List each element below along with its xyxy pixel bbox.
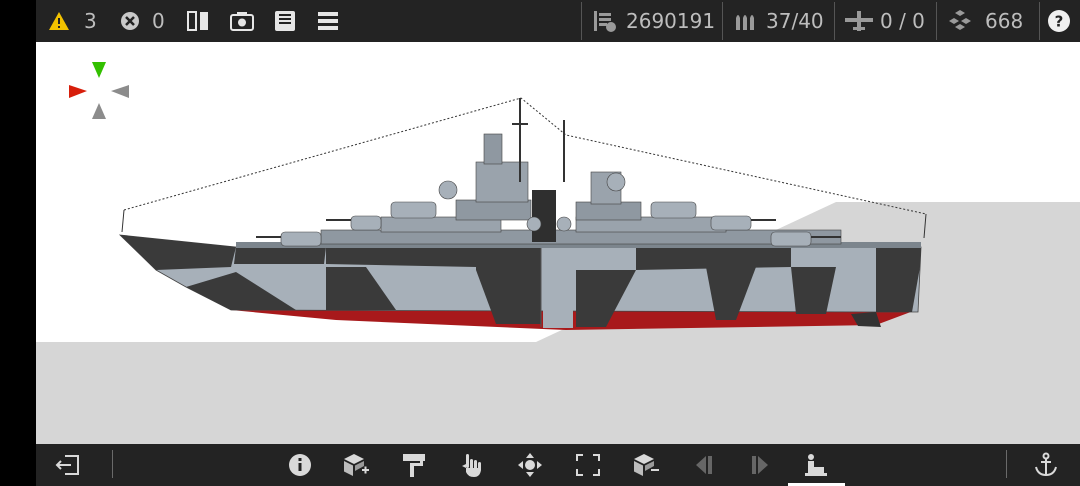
add-block-icon [344, 454, 369, 476]
help-button[interactable]: ? [1047, 0, 1071, 42]
scene [36, 62, 1080, 444]
errors-count: 0 [152, 9, 165, 33]
svg-text:?: ? [1055, 13, 1064, 31]
save-icon [275, 11, 295, 31]
divider [581, 2, 582, 40]
move-icon [518, 453, 542, 477]
ammo-icon [736, 15, 754, 30]
screen-edge [0, 0, 36, 486]
camera-icon [230, 12, 254, 31]
divider [1006, 450, 1007, 478]
build-viewport[interactable] [36, 42, 1080, 444]
divider [112, 450, 113, 478]
anchor-icon [1035, 452, 1057, 477]
paint-button[interactable] [394, 444, 434, 486]
divider [834, 2, 835, 40]
grab-button[interactable] [452, 444, 492, 486]
hand-icon [462, 454, 481, 477]
gizmo-right-arrow [111, 85, 129, 98]
mirror-button[interactable] [186, 0, 210, 42]
move-button[interactable] [510, 444, 550, 486]
aircraft-value: 0 / 0 [880, 9, 925, 33]
step-forward-button[interactable] [740, 444, 780, 486]
orientation-gizmo[interactable] [69, 62, 129, 119]
add-block-button[interactable] [336, 444, 376, 486]
save-button[interactable] [274, 0, 296, 42]
cost-icon [594, 11, 616, 32]
parts-icon [949, 10, 971, 30]
warnings-count: 3 [84, 9, 97, 33]
remove-block-icon [634, 454, 659, 476]
gizmo-down-arrow [92, 103, 106, 119]
exit-button[interactable] [48, 444, 88, 486]
errors-button[interactable]: 0 [120, 0, 165, 42]
screenshot-button[interactable] [230, 0, 254, 42]
battleship-model[interactable] [118, 97, 927, 330]
gizmo-up-arrow [92, 62, 106, 78]
error-icon [121, 12, 139, 30]
parts-stat: 668 [947, 0, 1023, 42]
aircraft-stat: 0 / 0 [844, 0, 925, 42]
remove-block-button[interactable] [626, 444, 666, 486]
warning-icon [49, 12, 69, 30]
resize-icon [576, 454, 600, 476]
gizmo-left-arrow [69, 85, 87, 98]
menu-icon [318, 12, 338, 30]
ammo-stat: 37/40 [734, 0, 824, 42]
divider [936, 2, 937, 40]
top-toolbar: 3 0 2690191 37/40 0 / 0 668 ? [36, 0, 1080, 42]
step-back-button[interactable] [684, 444, 724, 486]
info-button[interactable] [280, 444, 320, 486]
step-forward-icon [752, 456, 768, 474]
parts-value: 668 [985, 9, 1024, 33]
cost-value: 2690191 [626, 9, 716, 33]
cost-stat: 2690191 [592, 0, 715, 42]
divider [1039, 2, 1040, 40]
paint-icon [403, 454, 425, 477]
sit-icon [805, 454, 827, 476]
mirror-icon [187, 11, 208, 31]
bottom-toolbar [36, 444, 1080, 486]
ammo-value: 37/40 [766, 9, 824, 33]
warnings-button[interactable]: 3 [48, 0, 97, 42]
resize-button[interactable] [568, 444, 608, 486]
exit-icon [55, 455, 79, 475]
seat-button[interactable] [796, 444, 836, 486]
divider [722, 2, 723, 40]
anchor-button[interactable] [1026, 444, 1066, 486]
info-icon [289, 454, 311, 476]
aircraft-icon [845, 11, 873, 31]
step-back-icon [696, 456, 712, 474]
menu-button[interactable] [318, 0, 338, 42]
help-icon: ? [1048, 10, 1070, 32]
